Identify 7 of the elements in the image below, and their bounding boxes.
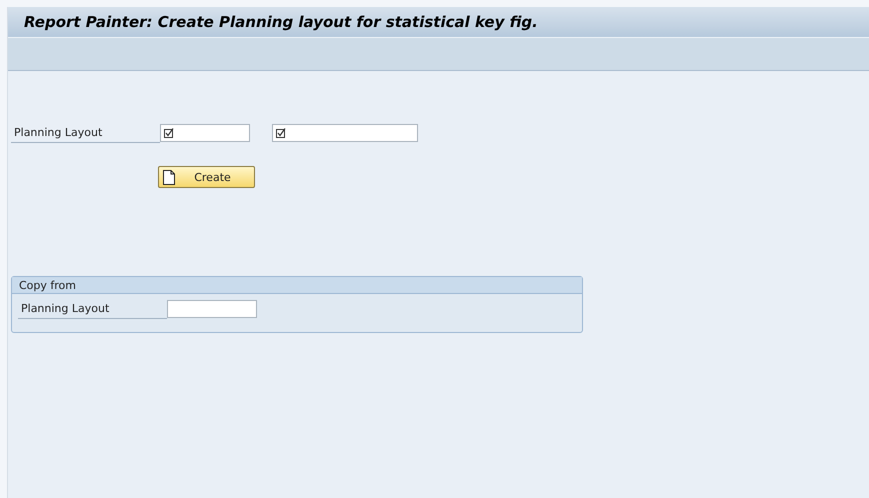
- group-title: Copy from: [19, 278, 76, 292]
- input-field[interactable]: [160, 124, 250, 142]
- window-title: Report Painter: Create Planning layout for statistical key fig.: [24, 13, 538, 31]
- input-field[interactable]: [167, 300, 257, 318]
- input-field[interactable]: [272, 124, 418, 142]
- create-button[interactable]: Create: [158, 166, 255, 188]
- document-icon: [163, 170, 175, 184]
